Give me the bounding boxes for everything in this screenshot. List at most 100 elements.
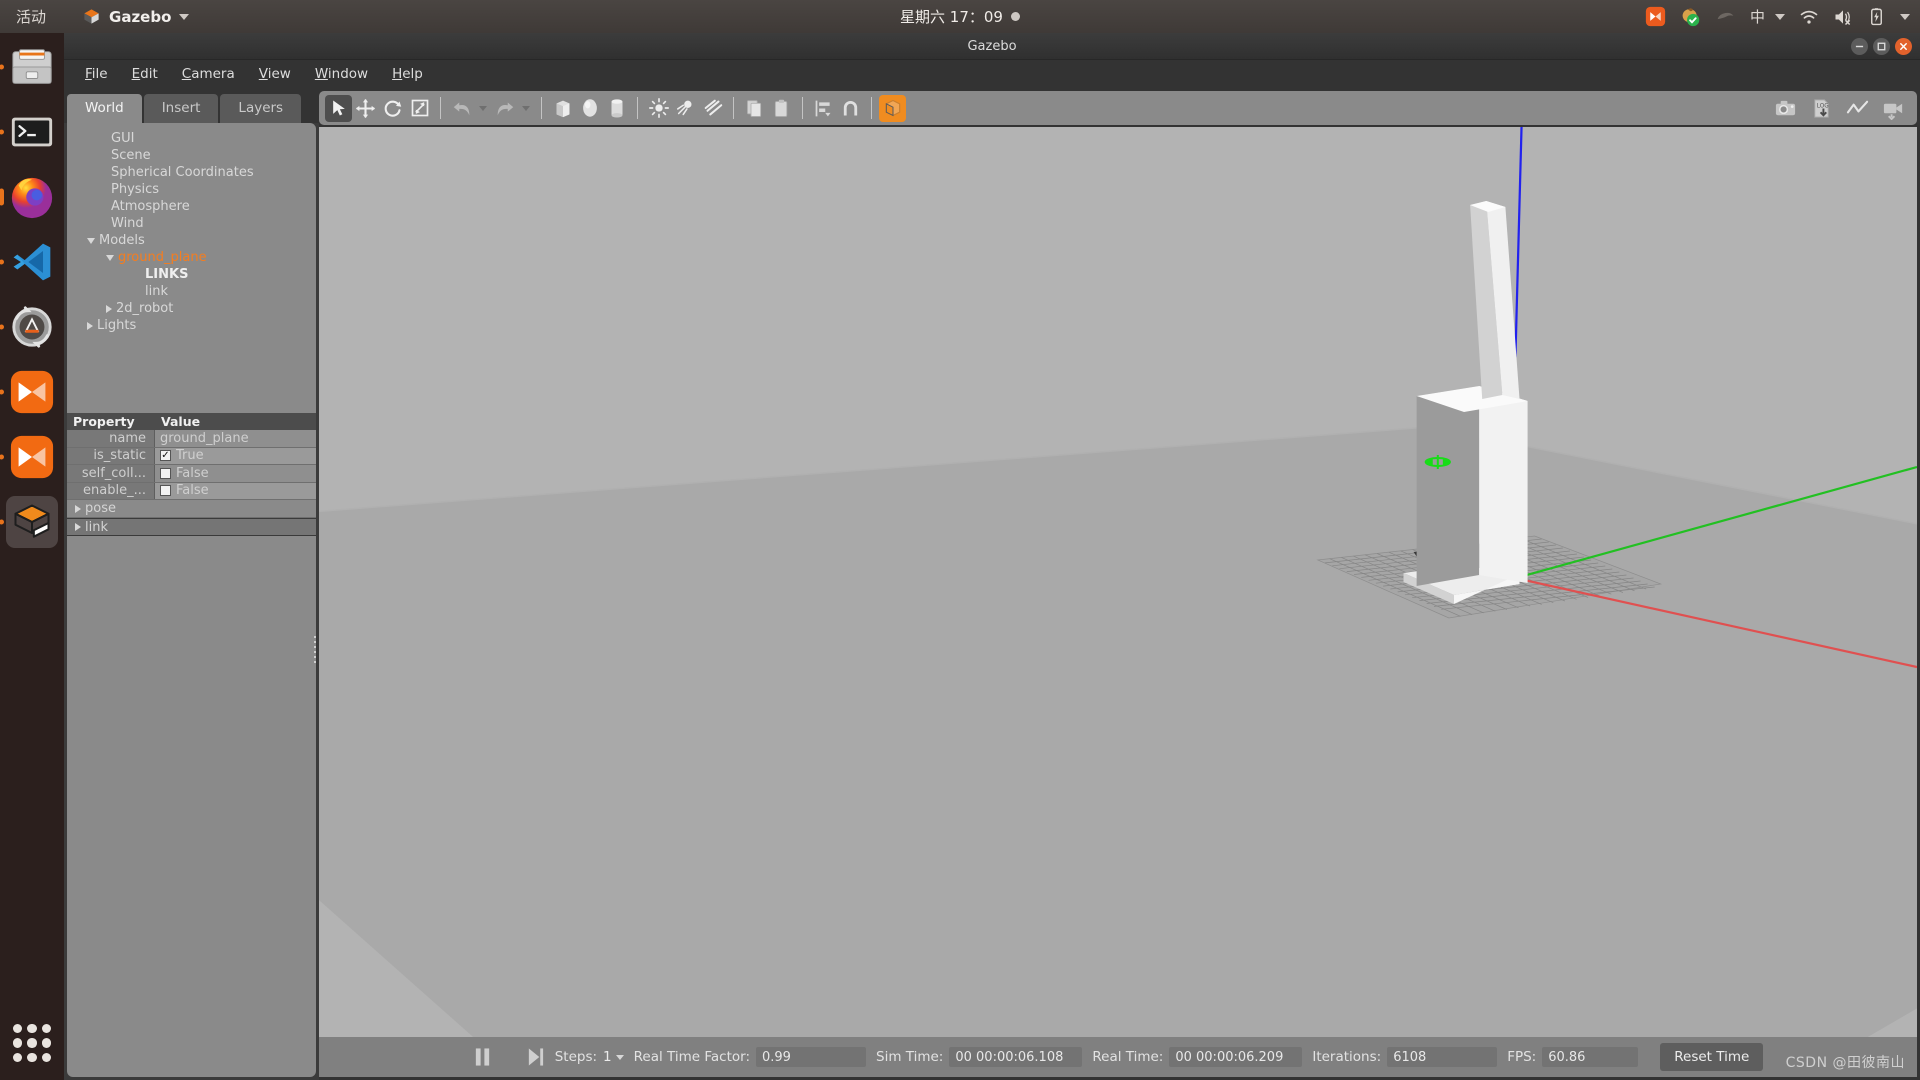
menu-item-help[interactable]: Help: [381, 62, 434, 86]
point-light-icon[interactable]: [645, 95, 672, 122]
property-value[interactable]: ground_plane: [155, 430, 316, 447]
undo-icon[interactable]: [448, 95, 475, 122]
chevron-down-icon[interactable]: [87, 237, 95, 244]
property-row[interactable]: is_static ✓ True: [67, 447, 316, 465]
insert-sphere-icon[interactable]: [576, 95, 603, 122]
dock-item-terminal[interactable]: [6, 106, 58, 158]
clock-button[interactable]: 星期六 17：09: [810, 6, 1110, 27]
log-record-icon[interactable]: LOG: [1808, 95, 1835, 122]
snap-icon[interactable]: [837, 95, 864, 122]
align-icon[interactable]: [810, 95, 837, 122]
select-mode-icon[interactable]: [325, 94, 352, 122]
menu-item-window[interactable]: Window: [304, 62, 379, 86]
property-expandable-pose[interactable]: pose: [67, 500, 316, 518]
cloud-sync-icon[interactable]: [1715, 6, 1736, 27]
checkbox[interactable]: [160, 485, 171, 497]
steps-value[interactable]: 1: [603, 1049, 612, 1065]
screenshot-icon[interactable]: [1772, 95, 1799, 122]
scale-mode-icon[interactable]: [406, 95, 433, 122]
tree-item-links[interactable]: LINKS: [67, 266, 316, 283]
window-titlebar: Gazebo: [64, 33, 1920, 60]
tree-item-lights[interactable]: Lights: [67, 317, 316, 334]
chevron-right-icon[interactable]: [75, 523, 81, 531]
chevron-right-icon[interactable]: [106, 304, 112, 313]
panel-splitter-handle[interactable]: [311, 628, 319, 670]
copy-icon[interactable]: [741, 95, 768, 122]
property-expandable-link[interactable]: link: [67, 518, 316, 536]
steps-dropdown-icon[interactable]: [615, 1054, 624, 1060]
chevron-down-icon[interactable]: [106, 254, 114, 261]
menu-item-view[interactable]: View: [248, 62, 302, 86]
battery-icon[interactable]: [1867, 7, 1886, 26]
minimize-icon: [1855, 45, 1864, 48]
tab-insert[interactable]: Insert: [143, 94, 219, 123]
property-row[interactable]: enable_... False: [67, 482, 316, 500]
property-value[interactable]: False: [155, 465, 316, 482]
menu-item-camera[interactable]: Camera: [171, 62, 246, 86]
tree-item-models[interactable]: Models: [67, 232, 316, 249]
tree-item-spherical-coordinates[interactable]: Spherical Coordinates: [67, 164, 316, 181]
app-menu-label: Gazebo: [109, 7, 172, 26]
redo-dropdown-icon[interactable]: [522, 105, 530, 111]
menu-item-file[interactable]: File: [74, 62, 119, 86]
property-row[interactable]: self_coll... False: [67, 465, 316, 483]
wifi-icon[interactable]: [1799, 7, 1819, 27]
paste-icon[interactable]: [768, 95, 795, 122]
undo-dropdown-icon[interactable]: [479, 105, 487, 111]
menu-item-edit[interactable]: Edit: [121, 62, 169, 86]
input-method-icon[interactable]: 中: [1750, 6, 1785, 27]
dock-item-media-player-1[interactable]: [6, 366, 58, 418]
dock-item-vscode[interactable]: [6, 236, 58, 288]
app-menu-button[interactable]: Gazebo: [82, 7, 190, 26]
iterations-value: 6108: [1387, 1047, 1498, 1067]
chevron-right-icon[interactable]: [75, 504, 81, 513]
real-time-factor-label: Real Time Factor:: [633, 1049, 750, 1065]
app-dot: [41, 1024, 51, 1034]
dock-item-software-updater[interactable]: [6, 301, 58, 353]
tree-item-gui[interactable]: GUI: [67, 130, 316, 147]
insert-cylinder-icon[interactable]: [603, 95, 630, 122]
tab-world[interactable]: World: [67, 94, 142, 123]
change-view-icon[interactable]: [879, 94, 906, 122]
shield-check-icon[interactable]: [1680, 6, 1701, 27]
spot-light-icon[interactable]: [672, 95, 699, 122]
plot-icon[interactable]: [1844, 95, 1871, 122]
dock-item-firefox[interactable]: [6, 171, 58, 223]
reset-time-button[interactable]: Reset Time: [1660, 1043, 1764, 1071]
tree-item-atmosphere[interactable]: Atmosphere: [67, 198, 316, 215]
tree-item-2d-robot[interactable]: 2d_robot: [67, 300, 316, 317]
translate-mode-icon[interactable]: [352, 95, 379, 122]
property-value[interactable]: ✓ True: [155, 447, 316, 464]
property-value[interactable]: False: [155, 482, 316, 499]
step-forward-icon[interactable]: [526, 1046, 545, 1068]
volume-muted-icon[interactable]: [1833, 7, 1853, 27]
3d-viewport[interactable]: [319, 127, 1917, 1037]
tree-item-link[interactable]: link: [67, 283, 316, 300]
tab-layers[interactable]: Layers: [220, 94, 302, 123]
chevron-right-icon[interactable]: [87, 321, 93, 330]
checkbox[interactable]: [160, 467, 171, 479]
tree-item-ground-plane[interactable]: ground_plane: [67, 249, 316, 266]
insert-box-icon[interactable]: [549, 95, 576, 122]
dock-item-media-player-2[interactable]: [6, 431, 58, 483]
pause-icon[interactable]: [473, 1046, 492, 1068]
show-applications-button[interactable]: [13, 1024, 51, 1062]
activities-button[interactable]: 活动: [16, 6, 46, 27]
minimize-button[interactable]: [1851, 38, 1868, 55]
tree-item-scene[interactable]: Scene: [67, 147, 316, 164]
dock-item-files[interactable]: [6, 41, 58, 93]
redo-icon[interactable]: [491, 95, 518, 122]
toolbar-separator: [440, 97, 441, 119]
mail-icon[interactable]: [1645, 6, 1666, 27]
maximize-button[interactable]: [1873, 38, 1890, 55]
dock-item-gazebo[interactable]: [6, 496, 58, 548]
tree-item-physics[interactable]: Physics: [67, 181, 316, 198]
rotate-mode-icon[interactable]: [379, 95, 406, 122]
system-menu-icon[interactable]: [1900, 13, 1910, 20]
directional-light-icon[interactable]: [699, 95, 726, 122]
tree-item-wind[interactable]: Wind: [67, 215, 316, 232]
checkbox[interactable]: ✓: [160, 450, 171, 462]
close-button[interactable]: [1895, 38, 1912, 55]
property-row[interactable]: name ground_plane: [67, 430, 316, 448]
video-record-icon[interactable]: [1880, 95, 1907, 122]
